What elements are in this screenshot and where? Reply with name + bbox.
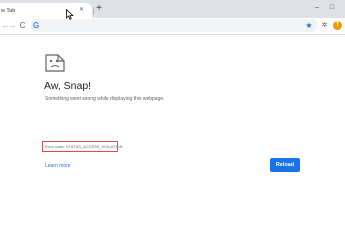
- browser-toolbar: ← → C G ★ ✲ T: [0, 18, 345, 35]
- error-code: Error code: STATUS_ACCESS_VIOLATION: [45, 145, 123, 149]
- address-input[interactable]: [45, 20, 295, 31]
- learn-more-link[interactable]: Learn more: [45, 163, 71, 169]
- bookmark-star-icon[interactable]: ★: [304, 19, 314, 32]
- error-message: Something went wrong while displaying th…: [45, 96, 165, 102]
- google-icon: G: [33, 21, 40, 30]
- reload-icon[interactable]: C: [18, 21, 27, 31]
- tab-active[interactable]: w Tab ✕: [0, 3, 92, 18]
- tab-title: w Tab: [1, 8, 16, 14]
- title-bar: w Tab ✕ + – □: [0, 0, 345, 18]
- close-icon[interactable]: ✕: [78, 7, 85, 14]
- forward-button[interactable]: →: [8, 21, 17, 31]
- mouse-cursor-icon: [66, 9, 74, 20]
- minimize-button[interactable]: –: [312, 3, 322, 13]
- puzzle-icon[interactable]: ✲: [320, 21, 329, 31]
- sad-tab-icon: [44, 53, 66, 78]
- address-bar[interactable]: G ★: [30, 19, 318, 32]
- maximize-button[interactable]: □: [327, 3, 337, 13]
- new-tab-button[interactable]: +: [94, 4, 104, 14]
- page-title: Aw, Snap!: [44, 80, 92, 92]
- reload-button[interactable]: Reload: [270, 158, 300, 172]
- avatar[interactable]: T: [333, 21, 342, 30]
